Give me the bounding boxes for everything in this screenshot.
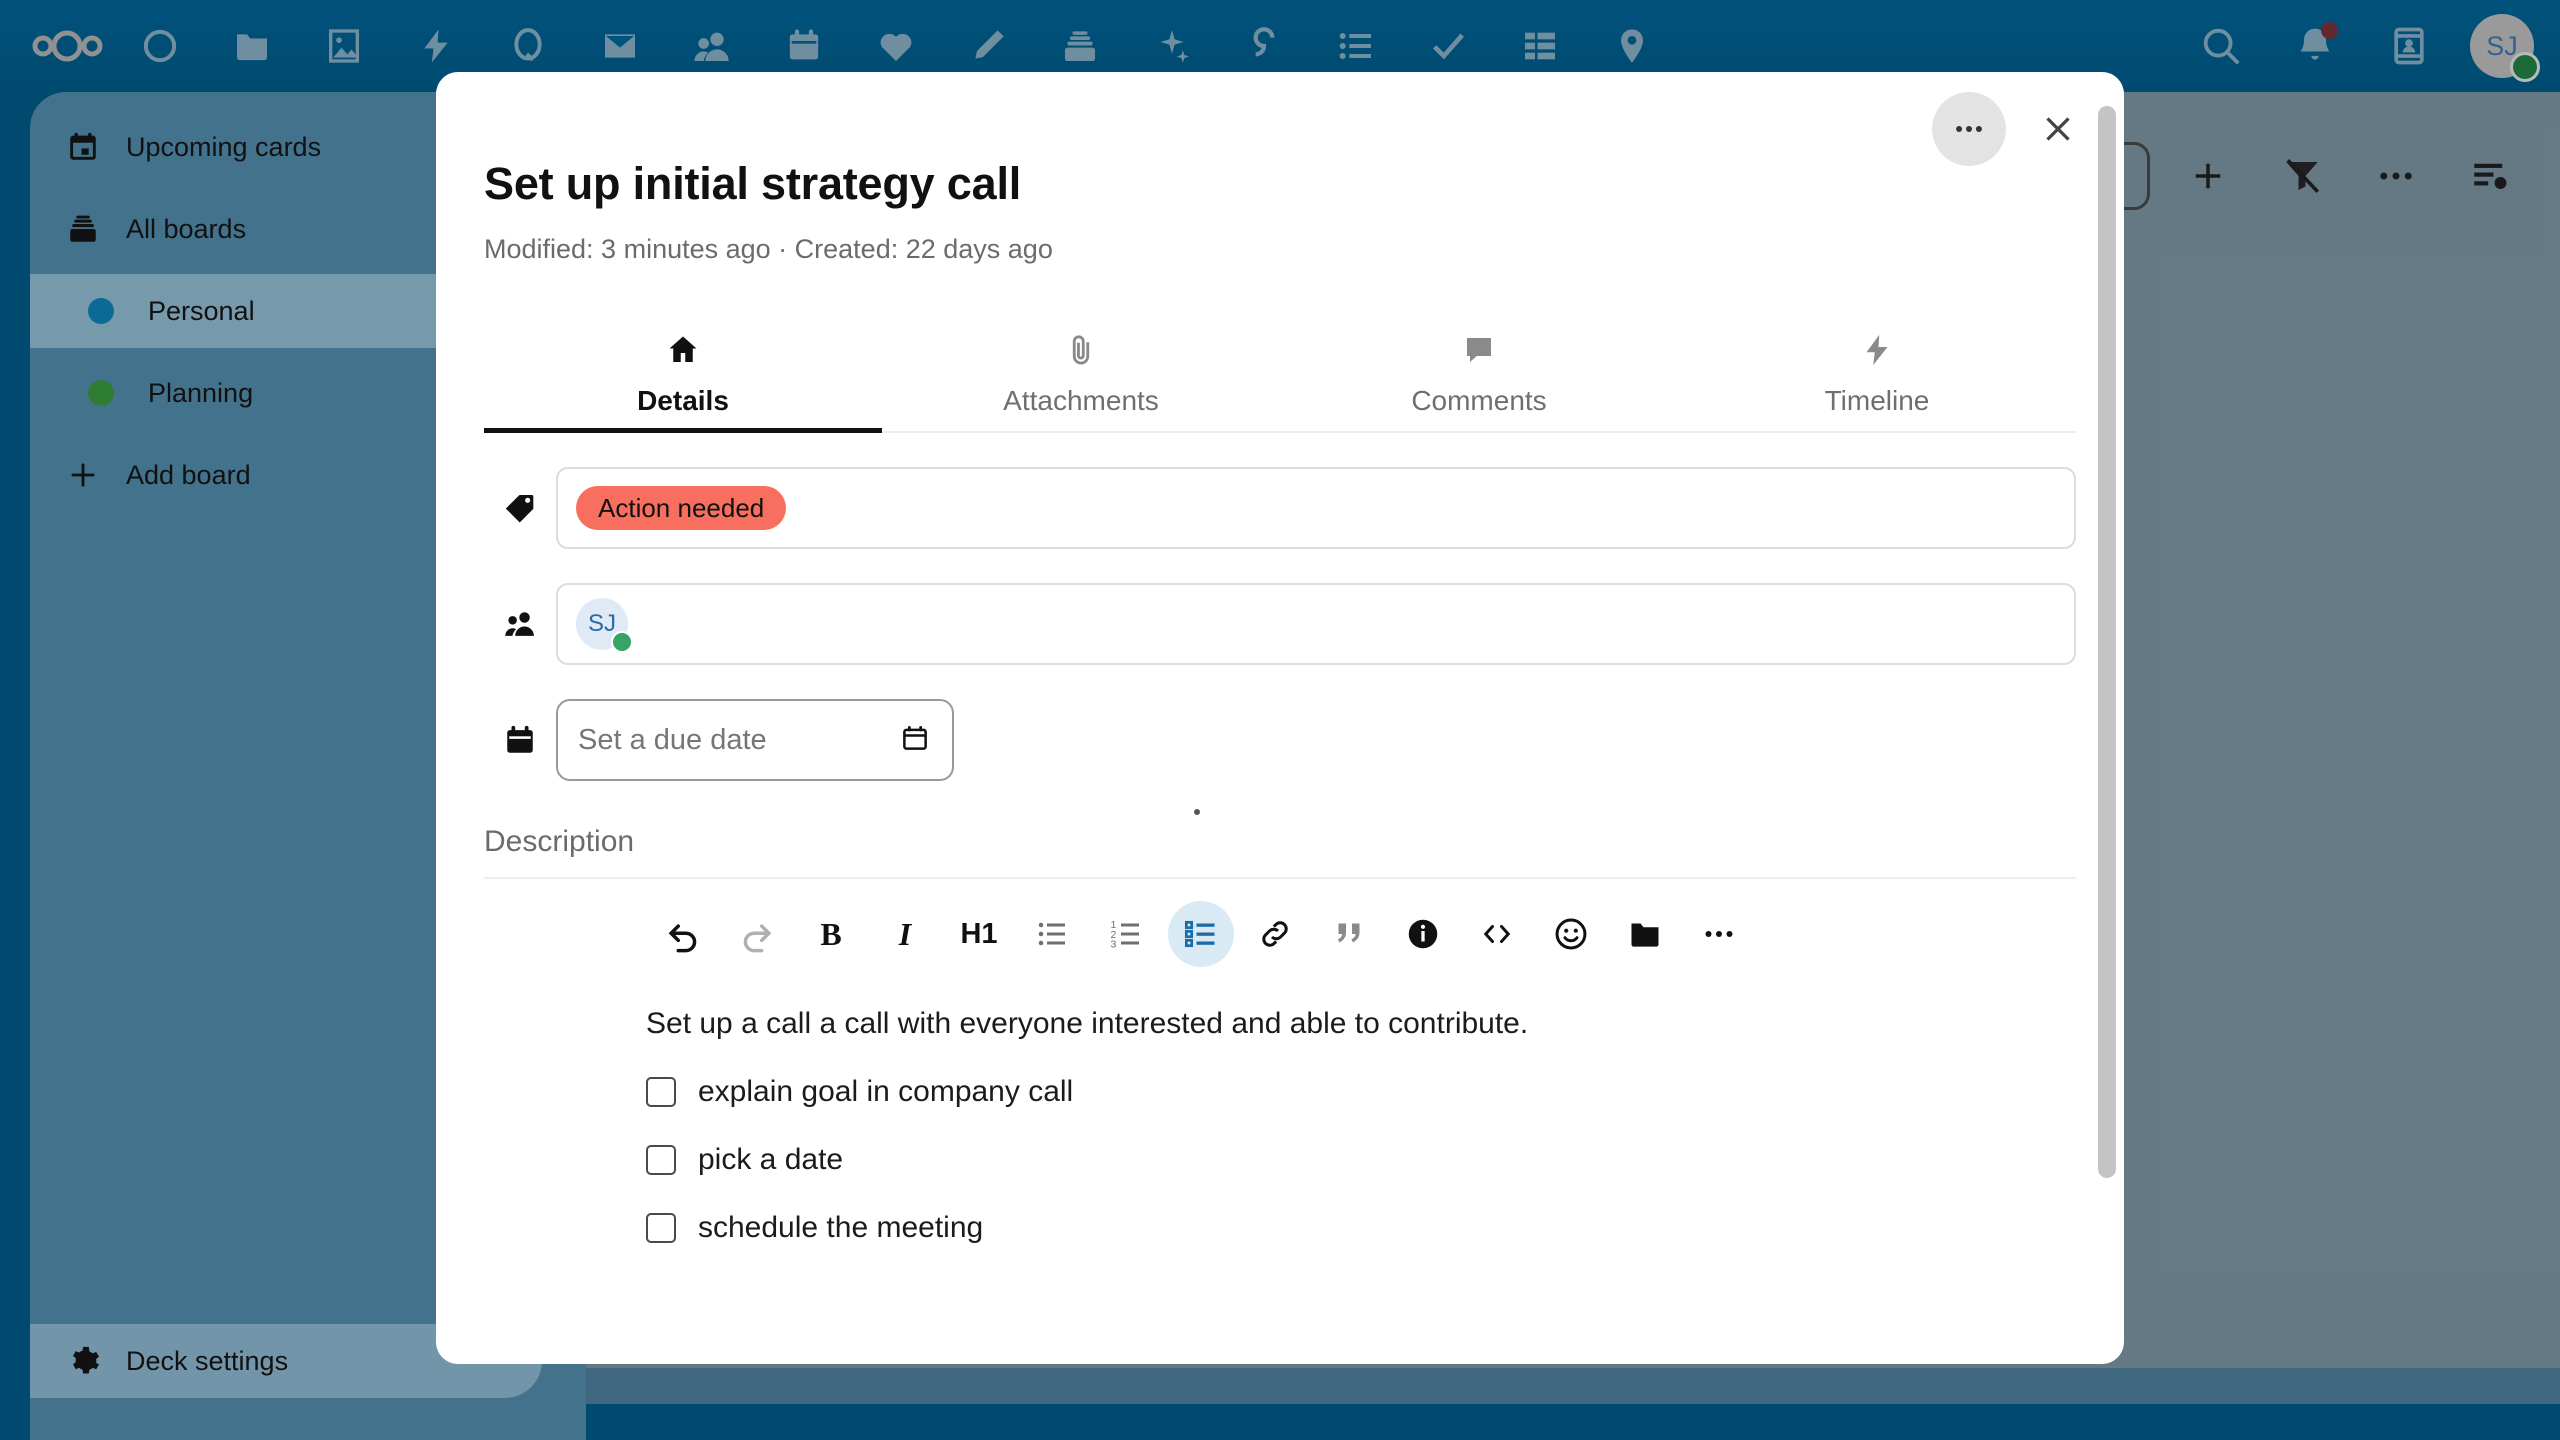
modal-body: Set up initial strategy call Modified: 3…	[436, 72, 2124, 1245]
code-block-icon[interactable]	[1464, 901, 1530, 967]
nextcloud-logo[interactable]	[22, 0, 114, 92]
calendar-icon	[484, 723, 556, 757]
contacts-menu-icon[interactable]	[2362, 0, 2456, 92]
tag-icon	[484, 491, 556, 525]
checklist-item[interactable]: schedule the meeting	[646, 1211, 2076, 1245]
ordered-list-icon[interactable]: 123	[1094, 901, 1160, 967]
board-color-dot-icon	[88, 380, 134, 406]
sidebar-item-label: All boards	[126, 213, 247, 244]
emoji-icon[interactable]	[1538, 901, 1604, 967]
app-photos-icon[interactable]	[298, 0, 390, 92]
notification-badge-dot	[2321, 22, 2338, 39]
task-list-icon[interactable]	[1168, 901, 1234, 967]
sidebar-item-label: Add board	[126, 459, 251, 490]
more-options-icon[interactable]	[1686, 901, 1752, 967]
assignee-avatar[interactable]: SJ	[576, 598, 633, 653]
search-icon[interactable]	[2174, 0, 2268, 92]
due-date-input[interactable]: Set a due date	[556, 699, 954, 781]
description-content[interactable]: Set up a call a call with everyone inter…	[484, 967, 2076, 1245]
tab-timeline[interactable]: Timeline	[1678, 309, 2076, 431]
modal-scrollbar[interactable]	[2098, 106, 2116, 1178]
card-title: Set up initial strategy call	[484, 158, 1022, 209]
add-card-button[interactable]	[2172, 140, 2244, 212]
redo-icon[interactable]	[724, 901, 790, 967]
attachment-folder-icon[interactable]	[1612, 901, 1678, 967]
sidebar-footer-label: Deck settings	[126, 1345, 289, 1376]
checkbox-icon[interactable]	[646, 1077, 676, 1107]
sidebar-item-label: Upcoming cards	[126, 131, 322, 162]
tab-label: Details	[637, 385, 729, 416]
top-nav-right: SJ	[2174, 0, 2542, 92]
assignees-input[interactable]: SJ	[556, 583, 2076, 665]
due-date-placeholder: Set a due date	[578, 723, 767, 756]
tab-attachments[interactable]: Attachments	[882, 309, 1280, 431]
avatar-status-dot	[2510, 52, 2540, 82]
archive-icon	[66, 212, 112, 246]
tab-details[interactable]: Details	[484, 309, 882, 433]
undo-icon[interactable]	[650, 901, 716, 967]
assignee-initials: SJ	[587, 610, 616, 637]
italic-icon[interactable]: I	[872, 901, 938, 967]
sidebar-item-label: Personal	[148, 295, 255, 326]
checkbox-icon[interactable]	[646, 1213, 676, 1243]
calendar-icon	[66, 130, 112, 164]
checklist-item-label: explain goal in company call	[698, 1075, 1074, 1108]
close-button[interactable]	[2028, 99, 2088, 159]
tab-label: Attachments	[1003, 385, 1159, 416]
description-paragraph: Set up a call a call with everyone inter…	[646, 1007, 1529, 1040]
labels-input[interactable]: Action needed	[556, 467, 2076, 549]
tab-comments[interactable]: Comments	[1280, 309, 1678, 431]
checklist-item[interactable]: explain goal in company call	[646, 1075, 2076, 1109]
app-files-icon[interactable]	[206, 0, 298, 92]
labels-row: Action needed	[484, 467, 2076, 549]
assignees-row: SJ	[484, 583, 2076, 665]
plus-icon	[66, 458, 112, 492]
gear-icon	[66, 1344, 112, 1378]
calendar-picker-icon[interactable]	[900, 723, 930, 758]
assignee-status-dot	[611, 631, 633, 653]
board-actions-button[interactable]	[2360, 140, 2432, 212]
card-tabs: Details Attachments Comments Timeline	[484, 309, 2076, 433]
svg-text:3: 3	[1111, 939, 1117, 951]
sidebar-item-label: Planning	[148, 377, 254, 408]
tab-label: Comments	[1411, 385, 1547, 416]
description-label: Description	[484, 809, 2076, 879]
people-icon	[484, 607, 556, 641]
card-meta: Modified: 3 minutes ago · Created: 22 da…	[484, 234, 1053, 264]
details-toggle-button[interactable]	[2454, 140, 2526, 212]
heading-1-icon[interactable]: H1	[946, 901, 1012, 967]
label-chip[interactable]: Action needed	[576, 486, 787, 530]
blockquote-icon[interactable]	[1316, 901, 1382, 967]
bullet-list-icon[interactable]	[1020, 901, 1086, 967]
rich-text-editor-toolbar: B I H1 123	[484, 901, 2076, 967]
tab-label: Timeline	[1824, 385, 1930, 416]
info-icon[interactable]	[1390, 901, 1456, 967]
link-icon[interactable]	[1242, 901, 1308, 967]
card-actions-button[interactable]	[1932, 92, 2006, 166]
checklist-item-label: schedule the meeting	[698, 1211, 984, 1244]
filter-button[interactable]	[2266, 140, 2338, 212]
card-detail-modal: Set up initial strategy call Modified: 3…	[436, 72, 2124, 1364]
app-root: Upcoming cards All boards Personal Plann…	[0, 0, 2560, 1440]
checklist-item[interactable]: pick a date	[646, 1143, 2076, 1177]
board-bottom-strip	[586, 1368, 2560, 1404]
comment-icon	[1461, 327, 1497, 373]
board-color-dot-icon	[88, 298, 134, 324]
checklist-item-label: pick a date	[698, 1143, 844, 1176]
checkbox-icon[interactable]	[646, 1145, 676, 1175]
due-date-row: Set a due date	[484, 699, 2076, 781]
app-dashboard-icon[interactable]	[114, 0, 206, 92]
editor-caret-dot	[1194, 809, 1200, 815]
modal-header-actions	[1932, 92, 2088, 166]
home-icon	[665, 327, 701, 373]
paperclip-icon	[1063, 327, 1099, 373]
bold-icon[interactable]: B	[798, 901, 864, 967]
notifications-icon[interactable]	[2268, 0, 2362, 92]
user-avatar[interactable]: SJ	[2470, 14, 2540, 82]
activity-icon	[1859, 327, 1895, 373]
